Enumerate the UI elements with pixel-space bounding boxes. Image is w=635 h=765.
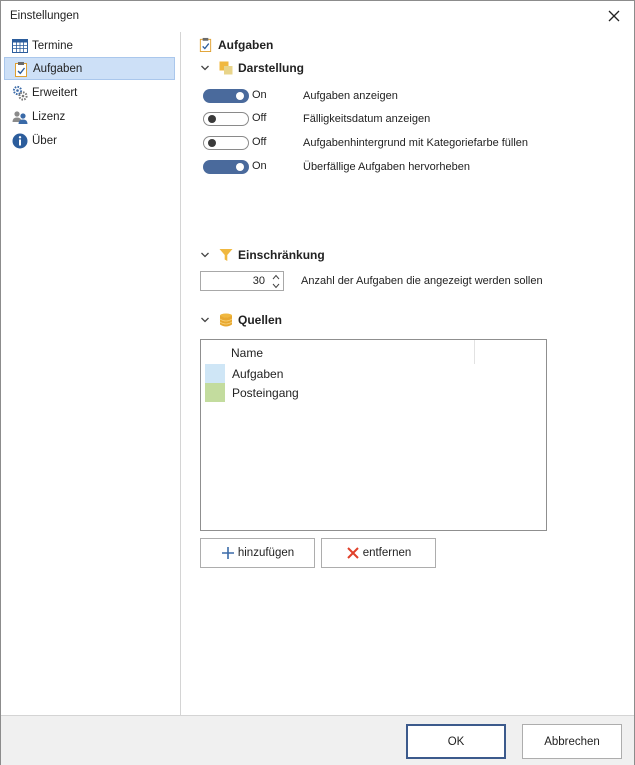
list-item-label: Aufgaben xyxy=(232,367,284,381)
toggle-knob xyxy=(208,139,216,147)
toggle-label: Fälligkeitsdatum anzeigen xyxy=(303,113,431,125)
toggle-knob xyxy=(208,115,216,123)
section-header-quellen[interactable]: Quellen xyxy=(200,313,282,327)
sidebar-item-label: Über xyxy=(32,134,57,147)
filter-icon xyxy=(219,249,233,261)
users-icon xyxy=(12,110,28,124)
sidebar-item-label: Termine xyxy=(32,39,73,52)
remove-source-button[interactable]: entfernen xyxy=(321,538,436,568)
color-swatch xyxy=(205,364,225,383)
info-icon xyxy=(12,133,28,148)
list-item[interactable]: Aufgaben xyxy=(205,364,525,383)
add-source-label: hinzufügen xyxy=(237,547,295,559)
toggle-switch[interactable] xyxy=(203,160,249,174)
spin-down-icon[interactable] xyxy=(271,282,281,290)
section-header-darstellung[interactable]: Darstellung xyxy=(200,61,304,75)
delete-icon xyxy=(346,547,359,559)
sidebar-item-label: Aufgaben xyxy=(33,62,83,75)
sidebar-item-label: Lizenz xyxy=(32,110,66,123)
page-title: Aufgaben xyxy=(198,37,273,52)
toggle-state: On xyxy=(252,160,267,172)
sidebar-item-termine[interactable]: Termine xyxy=(4,34,175,57)
database-icon xyxy=(219,313,233,327)
section-title-quellen: Quellen xyxy=(238,313,283,327)
sidebar-item-erweitert[interactable]: Erweitert xyxy=(4,81,175,104)
close-icon[interactable] xyxy=(606,8,622,24)
list-item[interactable]: Posteingang xyxy=(205,383,525,402)
page-title-text: Aufgaben xyxy=(218,37,274,52)
spin-up-icon[interactable] xyxy=(271,273,281,281)
section-title-darstellung: Darstellung xyxy=(238,61,305,75)
color-swatch xyxy=(205,383,225,402)
toggle-row-faelligkeitsdatum: Off Fälligkeitsdatum anzeigen xyxy=(203,111,623,127)
toggle-row-aufgaben-anzeigen: On Aufgaben anzeigen xyxy=(203,88,623,104)
toggle-label: Überfällige Aufgaben hervorheben xyxy=(303,161,470,173)
chevron-down-icon[interactable] xyxy=(200,250,210,260)
toggle-state: On xyxy=(252,89,267,101)
sidebar-item-ueber[interactable]: Über xyxy=(4,129,175,152)
section-title-einschraenkung: Einschränkung xyxy=(238,248,325,262)
gears-icon xyxy=(12,85,28,101)
remove-source-label: entfernen xyxy=(362,547,412,559)
chevron-down-icon[interactable] xyxy=(200,315,210,325)
toggle-state: Off xyxy=(252,136,267,148)
list-item-label: Posteingang xyxy=(232,386,299,400)
task-count-spinner[interactable] xyxy=(200,271,284,291)
toggle-row-ueberfaellige: On Überfällige Aufgaben hervorheben xyxy=(203,159,623,175)
toggle-label: Aufgaben anzeigen xyxy=(303,90,398,102)
clipboard-icon xyxy=(15,61,27,77)
sidebar-nav: Termine Aufgaben Erweitert Lizenz Über xyxy=(1,32,181,715)
calendar-icon xyxy=(12,38,28,53)
toggle-label: Aufgabenhintergrund mit Kategoriefarbe f… xyxy=(303,137,529,149)
title-bar: Einstellungen xyxy=(1,1,634,32)
dialog-footer: OK Abbrechen xyxy=(1,715,634,765)
column-header-name[interactable]: Name xyxy=(225,340,475,364)
sidebar-item-aufgaben[interactable]: Aufgaben xyxy=(4,57,175,80)
section-header-einschraenkung[interactable]: Einschränkung xyxy=(200,248,325,262)
column-header-label: Name xyxy=(231,346,264,360)
cancel-button[interactable]: Abbrechen xyxy=(522,724,622,759)
clipboard-icon xyxy=(199,37,212,52)
toggle-knob xyxy=(236,163,244,171)
shapes-icon xyxy=(219,61,233,75)
task-count-label: Anzahl der Aufgaben die angezeigt werden… xyxy=(301,275,543,287)
chevron-down-icon[interactable] xyxy=(200,63,210,73)
sources-list[interactable]: Name Aufgaben Posteingang xyxy=(200,339,547,531)
toggle-switch[interactable] xyxy=(203,89,249,103)
toggle-row-kategoriefarbe: Off Aufgabenhintergrund mit Kategoriefar… xyxy=(203,135,623,151)
settings-panel: Aufgaben Darstellung On Aufgaben anzeige… xyxy=(182,32,634,715)
toggle-switch[interactable] xyxy=(203,112,249,126)
add-source-button[interactable]: hinzufügen xyxy=(200,538,315,568)
plus-icon xyxy=(221,547,234,559)
settings-dialog: Einstellungen Termine Aufgaben Erweitert… xyxy=(0,0,635,765)
toggle-switch[interactable] xyxy=(203,136,249,150)
ok-button[interactable]: OK xyxy=(406,724,506,759)
ok-button-label: OK xyxy=(447,735,465,748)
window-title: Einstellungen xyxy=(10,10,80,22)
toggle-knob xyxy=(236,92,244,100)
sidebar-item-label: Erweitert xyxy=(32,86,78,99)
task-count-input[interactable] xyxy=(201,272,269,290)
sidebar-item-lizenz[interactable]: Lizenz xyxy=(4,105,175,128)
cancel-button-label: Abbrechen xyxy=(544,735,600,748)
toggle-state: Off xyxy=(252,112,267,124)
